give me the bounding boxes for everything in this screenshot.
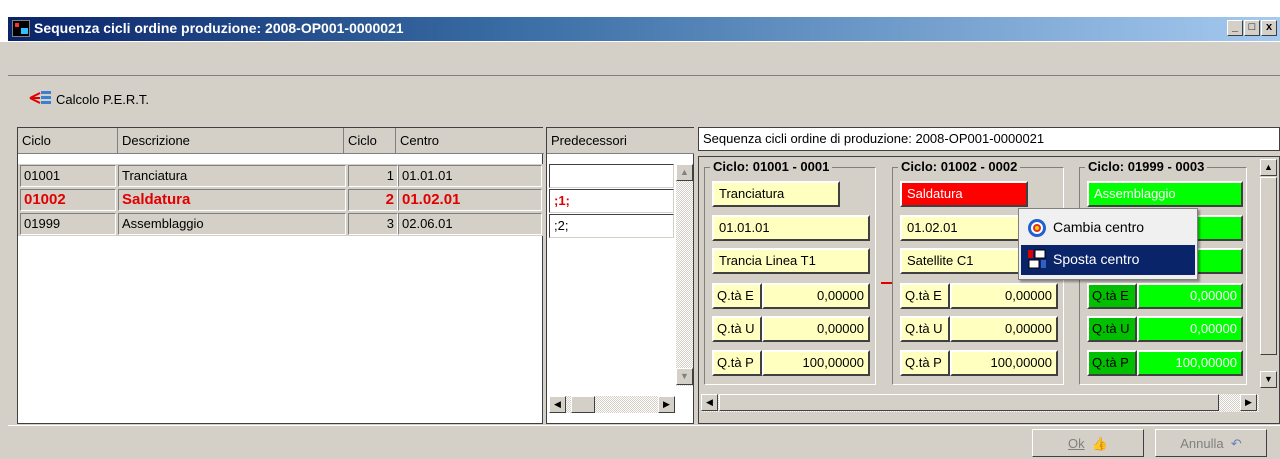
column-header-descrizione[interactable]: Descrizione	[118, 128, 344, 154]
target-icon	[1028, 219, 1046, 237]
scroll-thumb[interactable]	[571, 396, 595, 413]
move-icon	[1028, 249, 1046, 269]
qty-e-label: Q.tà E	[1087, 283, 1137, 309]
minimize-button[interactable]: _	[1227, 20, 1243, 36]
qty-p-value: 100,00000	[950, 350, 1058, 376]
menu-item-sposta-centro[interactable]: Sposta centro	[1021, 245, 1195, 275]
predecessor-field[interactable]	[549, 164, 674, 188]
pert-icon[interactable]	[28, 91, 52, 105]
vertical-scrollbar[interactable]	[676, 164, 693, 386]
predecessors-header[interactable]: Predecessori	[547, 128, 694, 154]
ok-label: Ok	[1067, 436, 1085, 451]
qty-u-value: 0,00000	[950, 316, 1058, 342]
qty-u-label: Q.tà U	[1087, 316, 1137, 342]
toolbar-separator	[8, 75, 1280, 76]
cell-ciclo: 01001	[20, 165, 116, 187]
qty-u-label: Q.tà U	[712, 316, 762, 342]
cancel-label: Annulla	[1180, 436, 1224, 451]
column-header-ciclo[interactable]: Ciclo	[18, 128, 118, 154]
bottom-separator	[8, 425, 1280, 426]
cell-descrizione: Tranciatura	[118, 165, 346, 187]
qty-p-label: Q.tà P	[712, 350, 762, 376]
undo-icon: ↶	[1227, 436, 1242, 451]
qty-e-label: Q.tà E	[712, 283, 762, 309]
app-icon	[12, 20, 30, 37]
cycle-title: Ciclo: 01999 - 0003	[1085, 159, 1208, 174]
cycle-card[interactable]: Ciclo: 01001 - 0001 Tranciatura 01.01.01…	[704, 159, 876, 389]
sequence-canvas[interactable]: Ciclo: 01001 - 0001 Tranciatura 01.01.01…	[698, 156, 1280, 424]
scroll-left-arrow-icon[interactable]: ◀	[701, 394, 718, 411]
scroll-thumb[interactable]	[1260, 177, 1277, 355]
qty-p-label: Q.tà P	[900, 350, 950, 376]
scroll-right-arrow-icon[interactable]: ▶	[658, 396, 675, 413]
close-button[interactable]: x	[1261, 20, 1277, 36]
qty-u-value: 0,00000	[762, 316, 870, 342]
cell-centro: 02.06.01	[398, 213, 542, 235]
cell-ciclo: 01002	[20, 189, 116, 211]
scroll-up-arrow-icon[interactable]: ▲	[676, 164, 693, 181]
qty-e-value: 0,00000	[762, 283, 870, 309]
qty-p-label: Q.tà P	[1087, 350, 1137, 376]
context-menu[interactable]: Cambia centro Sposta centro	[1018, 208, 1198, 280]
menu-item-cambia-centro[interactable]: Cambia centro	[1021, 213, 1195, 243]
qty-u-value: 0,00000	[1137, 316, 1243, 342]
qty-p-value: 100,00000	[1137, 350, 1243, 376]
scroll-down-arrow-icon[interactable]: ▼	[676, 368, 693, 385]
cycle-description[interactable]: Tranciatura	[712, 181, 840, 207]
maximize-button[interactable]: □	[1244, 20, 1260, 36]
scroll-left-arrow-icon[interactable]: ◀	[549, 396, 566, 413]
cell-sequenza: 3	[348, 213, 398, 235]
scroll-right-arrow-icon[interactable]: ▶	[1240, 394, 1257, 411]
qty-u-label: Q.tà U	[900, 316, 950, 342]
menu-item-label: Cambia centro	[1053, 219, 1145, 235]
qty-e-value: 0,00000	[1137, 283, 1243, 309]
cycle-title: Ciclo: 01001 - 0001	[710, 159, 833, 174]
cell-ciclo: 01999	[20, 213, 116, 235]
column-header-centro[interactable]: Centro	[396, 128, 544, 154]
cycle-centro[interactable]: 01.01.01	[712, 215, 870, 241]
thumbs-up-icon: 👍	[1088, 436, 1109, 451]
cycle-machine[interactable]: Trancia Linea T1	[712, 248, 870, 274]
sequence-header: Sequenza cicli ordine di produzione: 200…	[698, 127, 1280, 151]
scroll-up-arrow-icon[interactable]: ▲	[1260, 159, 1277, 176]
qty-e-value: 0,00000	[950, 283, 1058, 309]
cycle-description[interactable]: Assemblaggio	[1087, 181, 1243, 207]
scroll-thumb[interactable]	[719, 394, 1219, 411]
scroll-down-arrow-icon[interactable]: ▼	[1260, 371, 1277, 388]
pert-button[interactable]: Calcolo P.E.R.T.	[56, 92, 149, 107]
menu-item-label: Sposta centro	[1053, 251, 1140, 267]
cancel-button[interactable]: Annulla ↶	[1155, 429, 1267, 457]
window-title: Sequenza cicli ordine produzione: 2008-O…	[34, 20, 404, 36]
cell-centro: 01.02.01	[398, 189, 542, 211]
qty-e-label: Q.tà E	[900, 283, 950, 309]
cycle-title: Ciclo: 01002 - 0002	[898, 159, 1021, 174]
cell-sequenza: 1	[348, 165, 398, 187]
cycle-description[interactable]: Saldatura	[900, 181, 1028, 207]
cell-centro: 01.01.01	[398, 165, 542, 187]
cell-descrizione: Saldatura	[118, 189, 346, 211]
predecessor-field[interactable]: ;1;	[549, 189, 674, 213]
qty-p-value: 100,00000	[762, 350, 870, 376]
predecessors-list[interactable]: Predecessori ;1; ;2; ▲ ▼ ◀ ▶	[546, 127, 694, 424]
column-header-sequenza[interactable]: Ciclo	[344, 128, 396, 154]
cell-sequenza: 2	[348, 189, 398, 211]
ok-button[interactable]: Ok 👍	[1032, 429, 1144, 457]
cell-descrizione: Assemblaggio	[118, 213, 346, 235]
predecessor-field[interactable]: ;2;	[549, 214, 674, 238]
table-row-selected[interactable]: 01002 Saldatura 2 01.02.01	[18, 188, 544, 212]
horizontal-scrollbar[interactable]	[549, 396, 675, 413]
table-row[interactable]: 01001 Tranciatura 1 01.01.01	[18, 164, 544, 188]
table-row[interactable]: 01999 Assemblaggio 3 02.06.01	[18, 212, 544, 236]
cycles-grid[interactable]: Ciclo Descrizione Ciclo Centro 01001 Tra…	[17, 127, 544, 424]
